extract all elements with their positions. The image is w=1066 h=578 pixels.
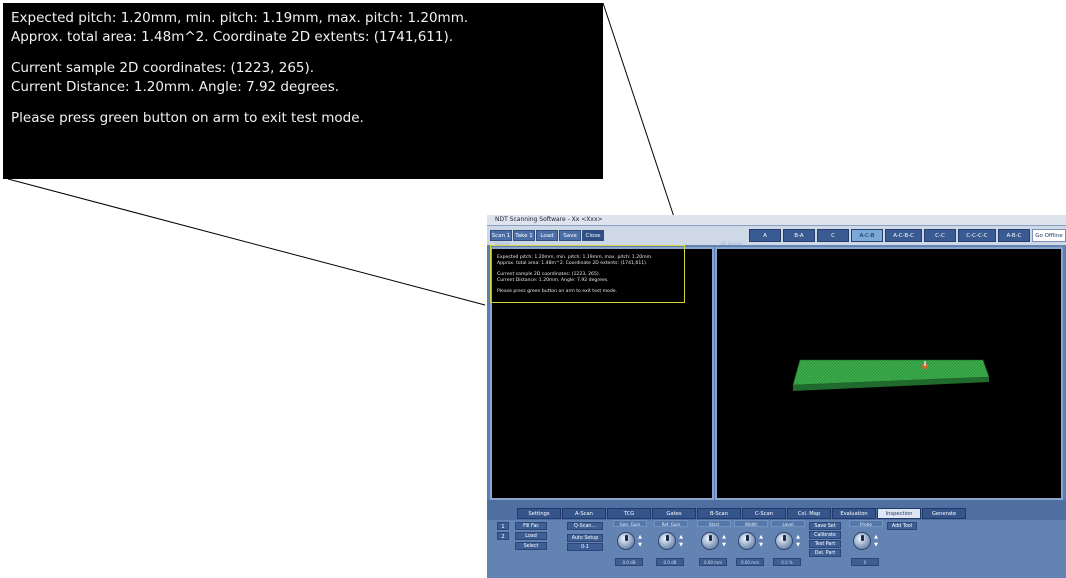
- knob-group-gen-gain: Gen. Gain ▲ ▼ 0.0 dB: [613, 520, 647, 574]
- tab-generate[interactable]: Generate: [922, 508, 966, 519]
- knob-value: 0.0 dB: [656, 558, 684, 566]
- load-button[interactable]: Load: [536, 230, 558, 241]
- status-line-instruction: Please press green button on arm to exit…: [497, 289, 618, 294]
- tab-col-map[interactable]: Col. Map: [787, 508, 831, 519]
- start-knob[interactable]: [701, 532, 719, 550]
- del-part-button[interactable]: Del. Part: [809, 549, 841, 557]
- knob-value: 0: [851, 558, 879, 566]
- knob-value: 0.00 mm: [736, 558, 764, 566]
- go-offline-button[interactable]: Go Offline: [1032, 229, 1066, 242]
- view-c-c-button[interactable]: C-C: [924, 229, 956, 242]
- view-c-c-c-c-button[interactable]: C-C-C-C: [958, 229, 996, 242]
- callout-line-area: Approx. total area: 1.48m^2. Coordinate …: [11, 29, 454, 45]
- tab-gates[interactable]: Gates: [652, 508, 696, 519]
- view-c-button[interactable]: C: [817, 229, 849, 242]
- close-button[interactable]: Close: [582, 230, 604, 241]
- fill-fac-button[interactable]: Fill Fac: [515, 522, 547, 530]
- test-part-button[interactable]: Test Part: [809, 540, 841, 548]
- callout-line-instruction: Please press green button on arm to exit…: [11, 110, 364, 126]
- probe-stem: [924, 361, 926, 366]
- leader-line-bottom: [7, 178, 486, 306]
- take-button[interactable]: Take 1: [513, 230, 535, 241]
- view-a-c-b-button[interactable]: A-C-B: [851, 229, 883, 242]
- width-knob[interactable]: [738, 532, 756, 550]
- tab-inspection[interactable]: Inspection: [877, 508, 921, 519]
- q-scan-button[interactable]: Q-Scan...: [567, 522, 603, 530]
- callout-line-distance: Current Distance: 1.20mm. Angle: 7.92 de…: [11, 79, 340, 95]
- knob-label: Start: [697, 520, 731, 527]
- scene-canvas[interactable]: [717, 249, 1061, 498]
- tab-tcg[interactable]: TCG: [607, 508, 651, 519]
- calibrate-button[interactable]: Calibrate: [809, 531, 841, 539]
- view-a-b-c-button[interactable]: A-B-C: [998, 229, 1030, 242]
- title-bar: NDT Scanning Software - Xx <Xxx>: [487, 215, 1066, 226]
- load-part-button[interactable]: Load: [515, 532, 547, 540]
- knob-value: 0.00 mm: [699, 558, 727, 566]
- tab-evaluation[interactable]: Evaluation: [832, 508, 876, 519]
- knob-group-level: Level ▲ ▼ 0.0 %: [771, 520, 805, 574]
- spin-arrows-icon[interactable]: ▲ ▼: [721, 533, 727, 549]
- knob-label: Gen. Gain: [613, 520, 647, 527]
- spin-arrows-icon[interactable]: ▲ ▼: [795, 533, 801, 549]
- status-line-area: Approx. total area: 1.48m^2. Coordinate …: [497, 261, 648, 266]
- save-set-button[interactable]: Save Set: [809, 522, 841, 530]
- ref-gain-knob[interactable]: [658, 532, 676, 550]
- status-text: Expected pitch: 1.20mm, min. pitch: 1.19…: [497, 255, 653, 295]
- auto-setup-button[interactable]: Auto Setup: [567, 534, 603, 542]
- view-a-button[interactable]: A: [749, 229, 781, 242]
- leader-line-top: [602, 2, 684, 245]
- tab-c-scan[interactable]: C-Scan: [742, 508, 786, 519]
- gen-gain-knob[interactable]: [617, 532, 635, 550]
- knob-label: Width: [734, 520, 768, 527]
- scene-panel-label: 3D Scene: [720, 242, 742, 247]
- knob-value: 0.0 dB: [615, 558, 643, 566]
- side-button-1[interactable]: 1: [497, 522, 509, 530]
- bottom-control-panel: Settings A-Scan TCG Gates B-Scan C-Scan …: [487, 500, 1066, 578]
- spin-arrows-icon[interactable]: ▲ ▼: [758, 533, 764, 549]
- auto-setup-sub: 0-1: [567, 543, 603, 551]
- view-a-c-b-c-button[interactable]: A-C-B-C: [885, 229, 922, 242]
- tab-b-scan[interactable]: B-Scan: [697, 508, 741, 519]
- select-button[interactable]: Select: [515, 542, 547, 550]
- window-title: NDT Scanning Software - Xx <Xxx>: [495, 216, 603, 223]
- inspection-controls: 1 2 Fill Fac Load Select Q-Scan... Auto …: [487, 520, 1066, 578]
- zoomed-status-callout: Expected pitch: 1.20mm, min. pitch: 1.19…: [3, 3, 603, 179]
- callout-line-coordinates: Current sample 2D coordinates: (1223, 26…: [11, 60, 315, 76]
- knob-value: 0.0 %: [773, 558, 801, 566]
- scene-3d-panel[interactable]: [715, 247, 1063, 500]
- knob-group-width: Width ▲ ▼ 0.00 mm: [734, 520, 768, 574]
- save-button[interactable]: Save: [559, 230, 581, 241]
- scan-button[interactable]: Scan 1: [490, 230, 512, 241]
- tab-settings[interactable]: Settings: [517, 508, 561, 519]
- status-panel-label: Status: [495, 242, 510, 247]
- knob-label: Ref. Gain: [654, 520, 688, 527]
- probe-knob[interactable]: [853, 532, 871, 550]
- toolbar: Scan 1 Take 1 Load Save Close A B-A C A-…: [487, 226, 1066, 246]
- status-panel: Expected pitch: 1.20mm, min. pitch: 1.19…: [490, 245, 714, 500]
- spin-arrows-icon[interactable]: ▲ ▼: [678, 533, 684, 549]
- side-button-2[interactable]: 2: [497, 532, 509, 540]
- add-tool-button[interactable]: Add Tool: [887, 522, 917, 530]
- level-knob[interactable]: [775, 532, 793, 550]
- view-b-a-button[interactable]: B-A: [783, 229, 815, 242]
- callout-line-pitch: Expected pitch: 1.20mm, min. pitch: 1.19…: [11, 10, 469, 26]
- app-window: NDT Scanning Software - Xx <Xxx> Scan 1 …: [487, 215, 1066, 578]
- knob-group-probe: Probe ▲ ▼ 0: [849, 520, 883, 574]
- tab-a-scan[interactable]: A-Scan: [562, 508, 606, 519]
- knob-label: Level: [771, 520, 805, 527]
- knob-label: Probe: [849, 520, 883, 527]
- knob-group-ref-gain: Ref. Gain ▲ ▼ 0.0 dB: [654, 520, 688, 574]
- spin-arrows-icon[interactable]: ▲ ▼: [637, 533, 643, 549]
- spin-arrows-icon[interactable]: ▲ ▼: [873, 533, 879, 549]
- knob-group-start: Start ▲ ▼ 0.00 mm: [697, 520, 731, 574]
